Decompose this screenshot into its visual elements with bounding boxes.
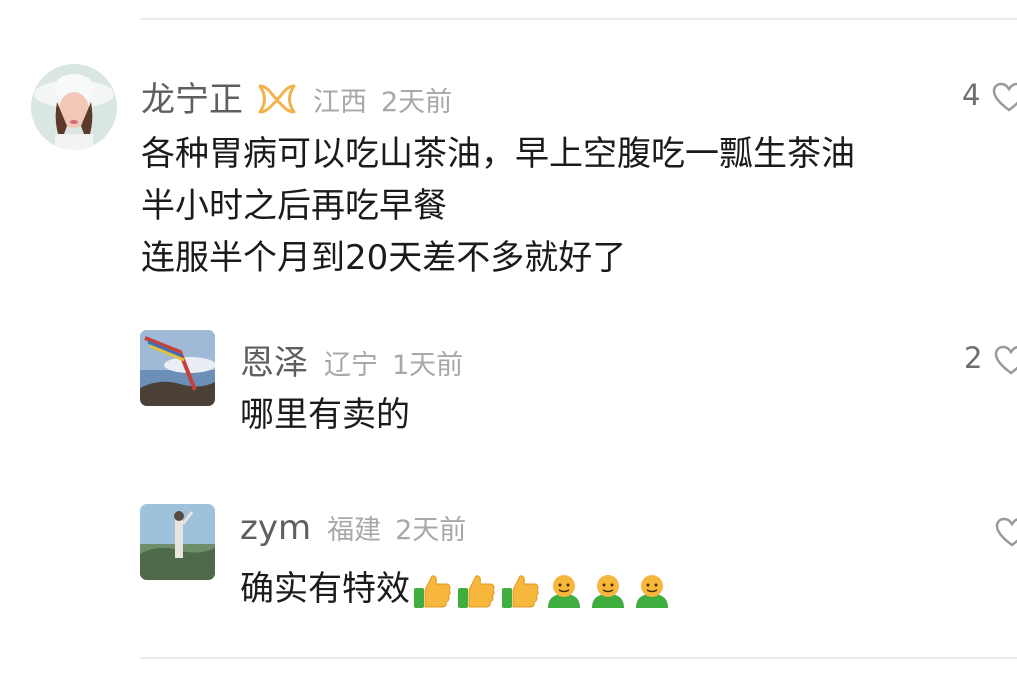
comment-meta: 恩泽 辽宁 1天前 <box>240 335 463 384</box>
thumbs-up-icon <box>458 574 495 608</box>
emoji-row <box>412 572 672 610</box>
username[interactable]: 龙宁正 <box>141 72 243 121</box>
vip-badge-icon <box>257 81 297 117</box>
timestamp: 2天前 <box>395 515 467 546</box>
username[interactable]: 恩泽 <box>240 335 308 384</box>
thumbs-up-icon <box>502 574 539 608</box>
comment-line: 各种胃病可以吃山茶油，早上空腹吃一瓢生茶油 <box>141 134 855 174</box>
comment-line: 连服半个月到20天差不多就好了 <box>141 238 627 278</box>
avatar[interactable] <box>140 504 215 580</box>
green-smile-icon <box>592 574 624 608</box>
comment-text: 哪里有卖的 <box>240 389 410 441</box>
location: 江西 <box>313 87 367 118</box>
comment-meta: zym 福建 2天前 <box>240 508 466 548</box>
heart-icon[interactable] <box>992 82 1017 112</box>
thumbs-up-icon <box>414 574 451 608</box>
green-smile-icon <box>548 574 580 608</box>
like-count: 4 <box>962 78 981 112</box>
heart-icon[interactable] <box>994 345 1017 375</box>
comment-line: 半小时之后再吃早餐 <box>141 186 447 226</box>
like-count: 2 <box>964 341 983 375</box>
location: 福建 <box>327 515 382 546</box>
comment-text: 各种胃病可以吃山茶油，早上空腹吃一瓢生茶油 半小时之后再吃早餐 连服半个月到20… <box>141 128 855 284</box>
avatar[interactable] <box>140 330 215 406</box>
timestamp: 1天前 <box>392 350 464 381</box>
comment-line: 哪里有卖的 <box>240 395 410 435</box>
heart-icon[interactable] <box>995 517 1017 547</box>
comment-text: 确实有特效 <box>240 563 672 615</box>
username[interactable]: zym <box>240 508 311 548</box>
green-smile-icon <box>636 574 668 608</box>
bottom-divider <box>140 657 1017 659</box>
location: 辽宁 <box>324 350 378 381</box>
comment-meta: 龙宁正 江西 2天前 <box>141 72 452 121</box>
avatar[interactable] <box>31 64 117 150</box>
timestamp: 2天前 <box>381 87 453 118</box>
comment-list: 龙宁正 江西 2天前 4 各种胃病可以吃山茶油，早上空腹吃一瓢生茶油 半小时之后… <box>0 0 1017 674</box>
top-divider <box>140 18 1017 20</box>
comment-line: 确实有特效 <box>240 569 410 609</box>
